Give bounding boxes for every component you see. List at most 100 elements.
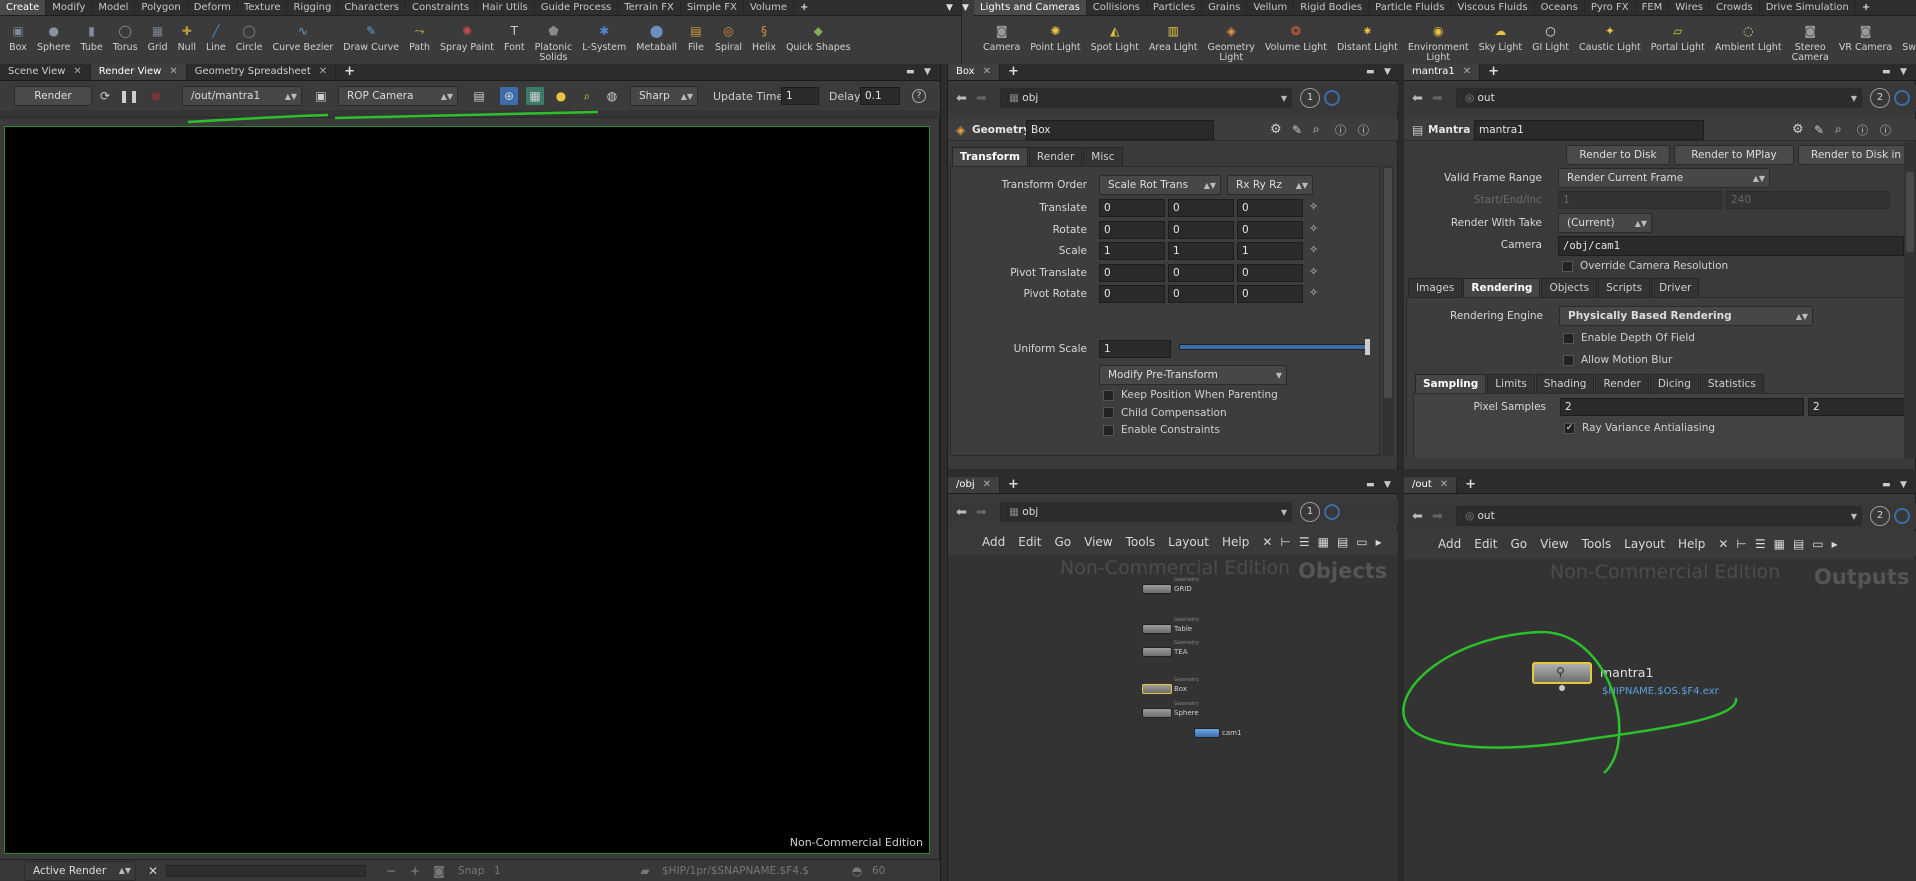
tab-driver[interactable]: Driver (1651, 278, 1700, 297)
override-resolution-row[interactable]: Override Camera Resolution (1562, 260, 1728, 272)
grid-view-icon[interactable]: ▦ (1318, 535, 1329, 549)
shelf-tab-model[interactable]: Model (92, 0, 136, 15)
tool-draw-curve[interactable]: ✎ Draw Curve (338, 18, 404, 64)
pane-expand-icon[interactable]: ▼ (924, 67, 936, 77)
tab-geometry-spreadsheet[interactable]: Geometry Spreadsheet ✕ (187, 64, 337, 80)
add-shelf-tab-button[interactable]: + (794, 0, 814, 15)
pane-expand-icon[interactable]: ▼ (1900, 67, 1912, 77)
tab-close-icon[interactable]: ✕ (1440, 477, 1448, 493)
update-time-field[interactable]: 1 (781, 87, 819, 105)
shelf-tab-terrain-fx[interactable]: Terrain FX (618, 0, 681, 15)
link-status-icon[interactable] (1894, 90, 1910, 106)
pane-menu-icon[interactable]: ▬ (1366, 480, 1378, 490)
translate-handle-icon[interactable]: ✧ (1309, 200, 1318, 213)
sphere-preview-icon[interactable]: ◍ (603, 87, 621, 105)
rop-path-combo[interactable]: /out/mantra1 ▲▼ (182, 86, 302, 106)
node-body[interactable] (1142, 584, 1172, 594)
menu-edit[interactable]: Edit (1474, 537, 1497, 551)
shelf-tab-pyro-fx[interactable]: Pyro FX (1585, 0, 1636, 15)
tab-out[interactable]: /out ✕ (1404, 477, 1458, 493)
link-status-icon[interactable] (1324, 90, 1340, 106)
rotate-x-field[interactable]: 0 (1099, 220, 1165, 239)
add-tab-button[interactable]: + (1000, 64, 1027, 80)
shelf-tab-modify[interactable]: Modify (46, 0, 93, 15)
note-icon[interactable]: ▭ (1356, 535, 1367, 549)
mantra1-node[interactable]: ⚲ (1532, 662, 1592, 684)
valid-frame-range-combo[interactable]: Render Current Frame ▲▼ (1558, 168, 1770, 188)
pane-expand-icon[interactable]: ▼ (1900, 480, 1912, 490)
node-grid[interactable]: Geometry GRID (1142, 577, 1199, 594)
menu-go[interactable]: Go (1054, 535, 1071, 549)
render-to-disk-button[interactable]: Render to Disk (1566, 145, 1670, 165)
shelf-tab-guide-process[interactable]: Guide Process (535, 0, 619, 15)
tool-point-light[interactable]: ✺ Point Light (1025, 18, 1085, 64)
help-icon[interactable]: ⓘ (1880, 122, 1891, 138)
tool-sky-light[interactable]: ☁ Sky Light (1474, 18, 1528, 64)
shelf-tab-volume[interactable]: Volume (744, 0, 795, 15)
tab-close-icon[interactable]: ✕ (1463, 64, 1471, 80)
pivot-rotate-z-field[interactable]: 0 (1237, 285, 1303, 303)
search-icon[interactable]: ⌕ (1835, 122, 1842, 137)
translate-y-field[interactable]: 0 (1168, 199, 1234, 217)
link-status-icon[interactable] (1324, 504, 1340, 520)
ray-variance-checkbox[interactable]: ✓ (1564, 422, 1575, 434)
translate-z-field[interactable]: 0 (1237, 199, 1303, 217)
tool-camera[interactable]: ◙ Camera (978, 18, 1025, 64)
back-arrow-icon[interactable]: ⬅ (956, 91, 967, 106)
pane-menu-icon[interactable]: ▬ (1882, 480, 1894, 490)
rotate-y-field[interactable]: 0 (1168, 220, 1234, 239)
pivot-rotate-x-field[interactable]: 0 (1099, 285, 1165, 303)
rotate-z-field[interactable]: 0 (1237, 220, 1303, 239)
overflow-icon[interactable]: ▸ (1376, 535, 1382, 549)
shelf-tab-collisions[interactable]: Collisions (1087, 0, 1147, 15)
tab-transform[interactable]: Transform (952, 147, 1028, 166)
render-beauty-icon[interactable]: ▦ (526, 87, 544, 105)
menu-go[interactable]: Go (1510, 537, 1527, 551)
pane-divider-vertical[interactable] (940, 64, 948, 881)
tool-environment-light[interactable]: ◉ Environment Light (1403, 18, 1474, 64)
mantra-scrollbar-thumb[interactable] (1906, 172, 1914, 252)
shelf-tab-rigid-bodies[interactable]: Rigid Bodies (1294, 0, 1370, 15)
tool-volume-light[interactable]: ❂ Volume Light (1260, 18, 1332, 64)
shelf-tab-create[interactable]: Create (0, 0, 47, 15)
info-icon[interactable]: ⓘ (1857, 122, 1868, 138)
tool-torus[interactable]: ◯ Torus (108, 18, 143, 64)
motion-blur-checkbox[interactable] (1563, 354, 1574, 366)
tool-spot-light[interactable]: ◭ Spot Light (1086, 18, 1144, 64)
tool-null[interactable]: ✚ Null (173, 18, 201, 64)
grid-view-icon[interactable]: ▦ (1774, 537, 1785, 551)
menu-edit[interactable]: Edit (1018, 535, 1041, 549)
child-compensation-row[interactable]: Child Compensation (1103, 407, 1227, 419)
enable-constraints-checkbox[interactable] (1103, 424, 1114, 436)
snapshot-icon[interactable]: ▤ (470, 87, 488, 105)
add-tab-button[interactable]: + (336, 64, 363, 80)
note-icon[interactable]: ▭ (1812, 537, 1823, 551)
shelf-tab-simple-fx[interactable]: Simple FX (681, 0, 744, 15)
child-compensation-checkbox[interactable] (1103, 407, 1114, 418)
node-body[interactable] (1142, 684, 1172, 694)
tab-close-icon[interactable]: ✕ (983, 64, 991, 80)
tile-icon[interactable]: ▤ (1337, 535, 1348, 549)
tool-metaball[interactable]: ⬤ Metaball (631, 18, 682, 64)
tool-font[interactable]: T Font (499, 18, 530, 64)
out-network-canvas[interactable]: Non-Commercial Edition Outputs ⚲ mantra1… (1404, 559, 1916, 881)
enable-constraints-row[interactable]: Enable Constraints (1103, 424, 1220, 436)
tool-box[interactable]: ▣ Box (4, 18, 32, 64)
menu-help[interactable]: Help (1222, 535, 1249, 549)
render-region-icon[interactable]: ▣ (312, 87, 330, 105)
tile-icon[interactable]: ▤ (1793, 537, 1804, 551)
modify-pre-transform-combo[interactable]: Modify Pre-Transform ▼ (1099, 365, 1287, 385)
pin-badge[interactable]: 1 (1300, 502, 1320, 522)
mantra-path-combo[interactable]: ◎ out ▼ (1456, 88, 1862, 108)
pin-badge[interactable]: 1 (1300, 88, 1320, 108)
tool-helix[interactable]: § Helix (747, 18, 781, 64)
tab-render[interactable]: Render (1028, 147, 1083, 166)
tab-shading[interactable]: Shading (1535, 374, 1595, 393)
camera-field[interactable]: /obj/cam1 (1558, 236, 1904, 256)
tab-objects[interactable]: Objects (1541, 278, 1598, 297)
obj-path-combo[interactable]: ▦ obj ▼ (1000, 502, 1292, 522)
tool-file[interactable]: ▤ File (682, 18, 710, 64)
shelf-tab-oceans[interactable]: Oceans (1535, 0, 1585, 15)
node-body[interactable] (1142, 708, 1172, 718)
tab-scene-view[interactable]: Scene View ✕ (0, 64, 91, 80)
